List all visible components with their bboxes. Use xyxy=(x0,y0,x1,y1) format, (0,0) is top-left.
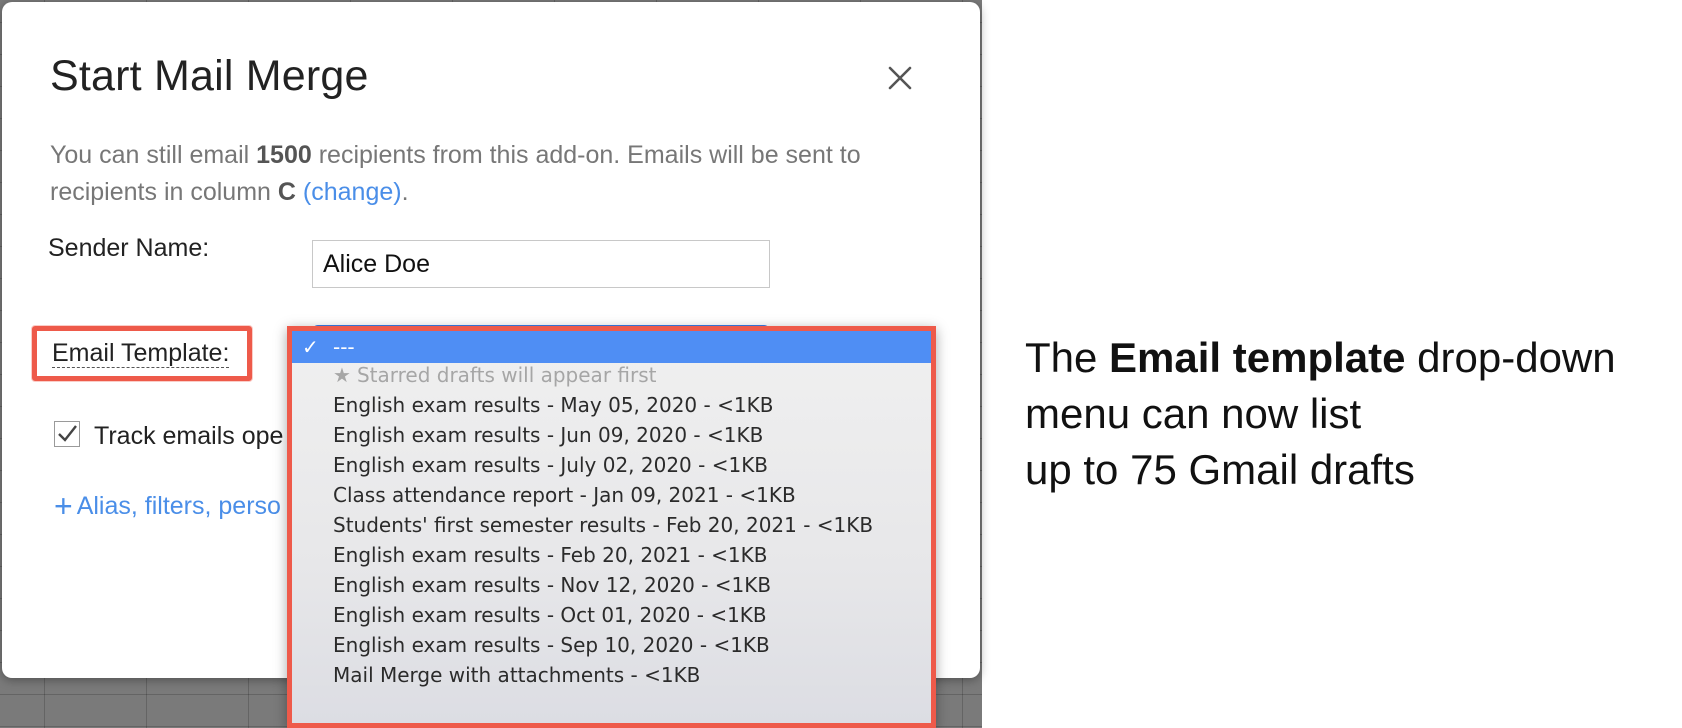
recipients-info: You can still email 1500 recipients from… xyxy=(50,137,930,211)
option-label: Starred drafts will appear first xyxy=(356,363,657,387)
dropdown-option[interactable]: Mail Merge with attachments - <1KB xyxy=(292,659,931,691)
email-template-label: Email Template: xyxy=(52,339,230,368)
annotation-line3: up to 75 Gmail drafts xyxy=(1025,446,1415,493)
track-emails-checkbox[interactable] xyxy=(54,421,80,447)
annotation-prefix: The xyxy=(1025,334,1110,381)
advanced-options-label: Alias, filters, perso xyxy=(76,492,281,520)
dropdown-option[interactable]: English exam results - May 05, 2020 - <1… xyxy=(292,389,931,421)
remaining-count: 1500 xyxy=(256,141,312,169)
annotation-bold: Email template xyxy=(1109,334,1406,381)
checkmark-icon xyxy=(58,425,77,442)
sender-name-label: Sender Name: xyxy=(48,234,210,262)
change-column-link[interactable]: (change) xyxy=(303,178,402,206)
annotation-line1-rest: drop-down xyxy=(1405,334,1616,381)
dropdown-option[interactable]: English exam results - Nov 12, 2020 - <1… xyxy=(292,569,931,601)
dialog-title: Start Mail Merge xyxy=(50,52,369,100)
annotation-line2: menu can now list xyxy=(1025,390,1362,437)
feature-annotation: The Email template drop-down menu can no… xyxy=(1025,330,1665,498)
email-template-dropdown[interactable]: ✓ --- ★ Starred drafts will appear first E… xyxy=(292,331,931,723)
dropdown-option[interactable]: English exam results - Jun 09, 2020 - <1… xyxy=(292,419,931,451)
dropdown-option[interactable]: English exam results - Sep 10, 2020 - <1… xyxy=(292,629,931,661)
sender-name-input[interactable] xyxy=(312,240,770,288)
close-icon xyxy=(888,66,912,90)
intro-text: You can still email xyxy=(50,141,257,169)
track-emails-label: Track emails ope xyxy=(94,422,284,450)
dropdown-option[interactable]: English exam results - Feb 20, 2021 - <1… xyxy=(292,539,931,571)
template-dropdown-highlight: ✓ --- ★ Starred drafts will appear first E… xyxy=(287,326,936,728)
advanced-options-link[interactable]: + Alias, filters, perso xyxy=(54,488,281,525)
intro-period: . xyxy=(401,178,409,206)
recipient-column: C xyxy=(277,178,296,206)
dropdown-option[interactable]: English exam results - Oct 01, 2020 - <1… xyxy=(292,599,931,631)
dropdown-option-starred-hint: ★ Starred drafts will appear first xyxy=(292,359,931,391)
dropdown-option[interactable]: Students' first semester results - Feb 2… xyxy=(292,509,931,541)
dropdown-option[interactable]: English exam results - July 02, 2020 - <… xyxy=(292,449,931,481)
dropdown-option[interactable]: Class attendance report - Jan 09, 2021 -… xyxy=(292,479,931,511)
star-icon: ★ xyxy=(333,363,351,387)
plus-icon: + xyxy=(54,488,73,524)
close-button[interactable] xyxy=(878,56,922,100)
option-label: --- xyxy=(333,335,355,359)
